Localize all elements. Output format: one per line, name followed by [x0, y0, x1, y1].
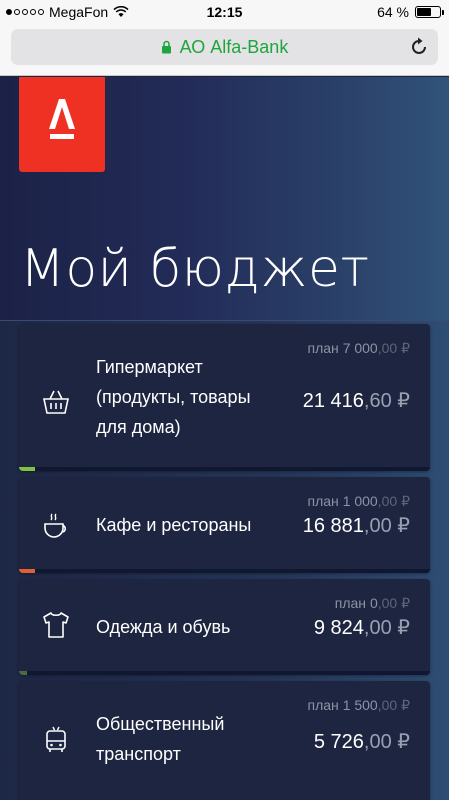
- plan-amount: план 0,00 ₽: [334, 595, 410, 611]
- budget-progress-bar: [19, 671, 430, 675]
- page-title: Мой бюджет: [20, 239, 370, 299]
- browser-toolbar: АО Alfa-Bank: [0, 24, 449, 76]
- alfa-logo-mark: [49, 99, 75, 139]
- category-name: Кафе и рестораны: [96, 515, 252, 535]
- spent-amount: 21 416,60 ₽: [302, 390, 410, 412]
- status-bar: MegaFon 12:15 64 %: [0, 0, 449, 24]
- battery-icon: [415, 6, 444, 18]
- plan-amount: план 1 000,00 ₽: [307, 493, 410, 509]
- battery-level: [417, 8, 432, 16]
- plan-amount: план 7 000,00 ₽: [307, 340, 410, 356]
- tshirt-icon: [43, 612, 69, 638]
- budget-category-card[interactable]: Одежда и обувь план 0,00 ₽ 9 824,00 ₽: [19, 579, 430, 675]
- basket-icon: [43, 390, 69, 414]
- category-name: Гипермаркет (продукты, товары для дома): [96, 357, 251, 437]
- budget-progress-bar: [19, 467, 430, 471]
- page-header: Мой бюджет: [0, 77, 449, 321]
- budget-progress-fill: [19, 569, 36, 573]
- spent-amount: 9 824,00 ₽: [313, 617, 410, 639]
- site-title: АО Alfa-Bank: [179, 36, 289, 57]
- battery-group: 64 %: [377, 4, 444, 20]
- budget-progress-fill: [19, 671, 28, 675]
- coffee-cup-icon: [44, 513, 66, 538]
- plan-amount: план 1 500,00 ₽: [307, 697, 410, 713]
- budget-progress-fill: [19, 467, 36, 471]
- alfa-bank-logo[interactable]: [19, 77, 105, 172]
- budget-category-card[interactable]: Кафе и рестораны план 1 000,00 ₽ 16 881,…: [19, 477, 430, 573]
- budget-category-card[interactable]: Гипермаркет (продукты, товары для дома) …: [19, 324, 430, 471]
- budget-progress-bar: [19, 569, 430, 573]
- budget-category-card[interactable]: Общественный транспорт план 1 500,00 ₽ 5…: [19, 681, 430, 800]
- category-name: Общественный транспорт: [96, 714, 225, 764]
- lock-icon: [161, 40, 171, 54]
- category-name: Одежда и обувь: [96, 617, 231, 637]
- address-bar[interactable]: АО Alfa-Bank: [11, 29, 438, 65]
- battery-percent: 64 %: [377, 4, 409, 20]
- spent-amount: 5 726,00 ₽: [313, 731, 410, 753]
- spent-amount: 16 881,00 ₽: [302, 515, 410, 537]
- reload-icon[interactable]: [408, 36, 430, 58]
- bus-icon: [46, 726, 66, 752]
